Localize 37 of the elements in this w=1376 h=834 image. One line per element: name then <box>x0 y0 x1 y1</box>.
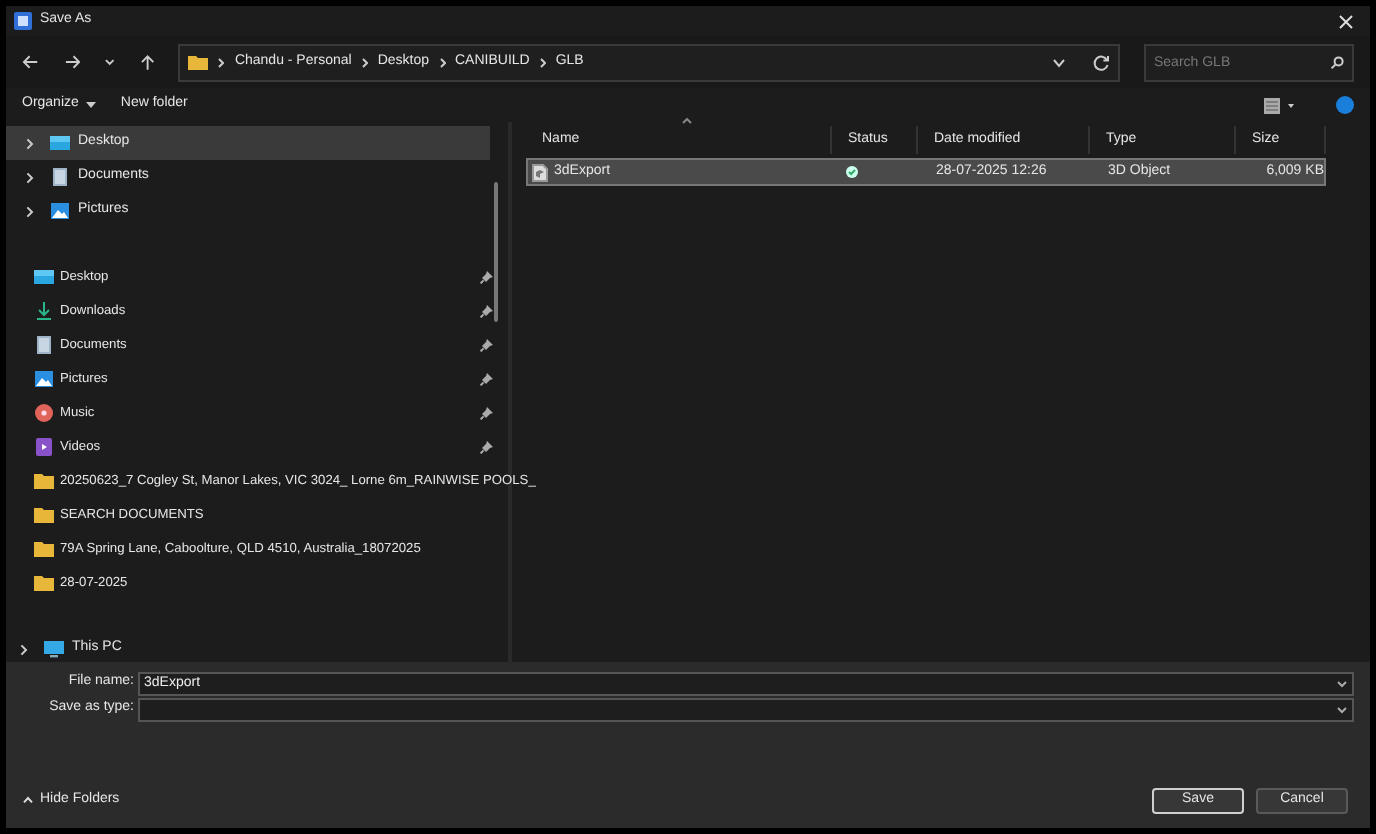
view-icon[interactable] <box>1264 97 1296 113</box>
chevron-right-icon <box>361 57 368 67</box>
chevron-right-icon[interactable] <box>26 205 34 217</box>
chevron-right-icon[interactable] <box>26 137 34 149</box>
chevron-up-icon <box>22 796 34 804</box>
computer-icon <box>44 640 64 658</box>
back-arrow-icon[interactable] <box>22 54 40 70</box>
chevron-right-icon <box>539 57 546 67</box>
folder-icon <box>188 54 209 70</box>
forward-arrow-icon[interactable] <box>63 54 81 70</box>
up-arrow-icon[interactable] <box>139 53 155 71</box>
picture-icon <box>34 370 54 388</box>
music-icon <box>34 404 54 422</box>
refresh-icon[interactable] <box>1091 53 1110 71</box>
chevron-right-icon[interactable] <box>26 171 34 183</box>
chevron-down-icon[interactable] <box>104 58 116 66</box>
sort-caret-icon <box>682 118 692 124</box>
picture-icon <box>50 202 70 220</box>
help-icon[interactable] <box>1336 96 1354 114</box>
scrollbar[interactable] <box>494 182 498 322</box>
download-icon <box>34 302 54 320</box>
caret-down-icon <box>86 102 97 108</box>
search-icon <box>1329 55 1344 69</box>
chevron-down-icon[interactable] <box>1051 57 1066 67</box>
chevron-right-icon <box>218 57 225 67</box>
file-icon <box>532 163 548 181</box>
app-icon <box>14 12 32 30</box>
video-icon <box>34 438 54 456</box>
document-icon <box>50 168 70 186</box>
document-icon <box>34 336 54 354</box>
chevron-down-icon[interactable] <box>1336 679 1348 687</box>
chevron-right-icon <box>439 57 445 67</box>
close-icon[interactable] <box>1338 13 1354 29</box>
desktop-icon <box>50 134 70 152</box>
desktop-icon <box>34 268 54 286</box>
chevron-down-icon <box>1336 705 1348 713</box>
chevron-right-icon[interactable] <box>20 643 28 655</box>
